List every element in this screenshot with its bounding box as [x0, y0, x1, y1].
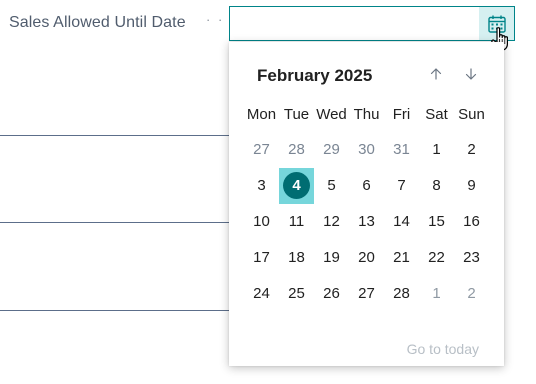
calendar-day[interactable]: 17: [244, 240, 279, 276]
next-month-button[interactable]: [461, 64, 481, 84]
calendar-day[interactable]: 10: [244, 204, 279, 240]
calendar-day[interactable]: 20: [349, 240, 384, 276]
calendar-day[interactable]: 2: [454, 132, 489, 168]
field-leader-dots: · ·: [206, 12, 225, 27]
calendar-day[interactable]: 5: [314, 168, 349, 204]
calendar-day[interactable]: 27: [244, 132, 279, 168]
calendar-day[interactable]: 28: [384, 276, 419, 312]
weekday-header-thu: Thu: [353, 106, 380, 123]
calendar-day[interactable]: 26: [314, 276, 349, 312]
calendar-day[interactable]: 13: [349, 204, 384, 240]
weekday-header-fri: Fri: [392, 106, 411, 123]
calendar-day[interactable]: 11: [279, 204, 314, 240]
weekday-header-tue: Tue: [283, 106, 310, 123]
date-input[interactable]: [234, 7, 478, 40]
calendar-day[interactable]: 14: [384, 204, 419, 240]
weekday-header-sat: Sat: [425, 106, 448, 123]
previous-month-button[interactable]: [426, 64, 446, 84]
calendar-day[interactable]: 25: [279, 276, 314, 312]
date-input-field[interactable]: [229, 6, 515, 41]
calendar-day[interactable]: 12: [314, 204, 349, 240]
calendar-day[interactable]: 16: [454, 204, 489, 240]
divider-line: [0, 222, 229, 223]
weekday-header-wed: Wed: [316, 106, 347, 123]
go-to-today-button[interactable]: Go to today: [407, 341, 479, 357]
calendar-day[interactable]: 19: [314, 240, 349, 276]
calendar-day[interactable]: 29: [314, 132, 349, 168]
arrow-down-icon: [465, 68, 477, 80]
calendar-day[interactable]: 1: [419, 276, 454, 312]
month-title: February 2025: [257, 66, 373, 85]
calendar-day[interactable]: 3: [244, 168, 279, 204]
calendar-day[interactable]: 9: [454, 168, 489, 204]
calendar-day[interactable]: 22: [419, 240, 454, 276]
calendar-day-selected[interactable]: 4: [279, 168, 314, 204]
calendar-day[interactable]: 27: [349, 276, 384, 312]
divider-line: [0, 135, 229, 136]
weekday-header-mon: Mon: [246, 106, 277, 123]
calendar-day[interactable]: 21: [384, 240, 419, 276]
calendar-day[interactable]: 24: [244, 276, 279, 312]
arrow-up-icon: [430, 68, 442, 80]
calendar-day[interactable]: 28: [279, 132, 314, 168]
divider-line: [0, 310, 229, 311]
calendar-day[interactable]: 1: [419, 132, 454, 168]
calendar-day[interactable]: 30: [349, 132, 384, 168]
calendar-day[interactable]: 7: [384, 168, 419, 204]
calendar-day[interactable]: 8: [419, 168, 454, 204]
calendar-day[interactable]: 23: [454, 240, 489, 276]
weekday-header-sun: Sun: [458, 106, 485, 123]
calendar-day[interactable]: 15: [419, 204, 454, 240]
calendar-day[interactable]: 6: [349, 168, 384, 204]
date-picker-popup: February 2025 Mon Tue Wed Thu Fri Sat Su…: [229, 42, 504, 366]
selected-day-number: 4: [283, 171, 310, 199]
calendar-day[interactable]: 31: [384, 132, 419, 168]
calendar-day[interactable]: 18: [279, 240, 314, 276]
field-label: Sales Allowed Until Date: [9, 14, 186, 31]
calendar-day[interactable]: 2: [454, 276, 489, 312]
